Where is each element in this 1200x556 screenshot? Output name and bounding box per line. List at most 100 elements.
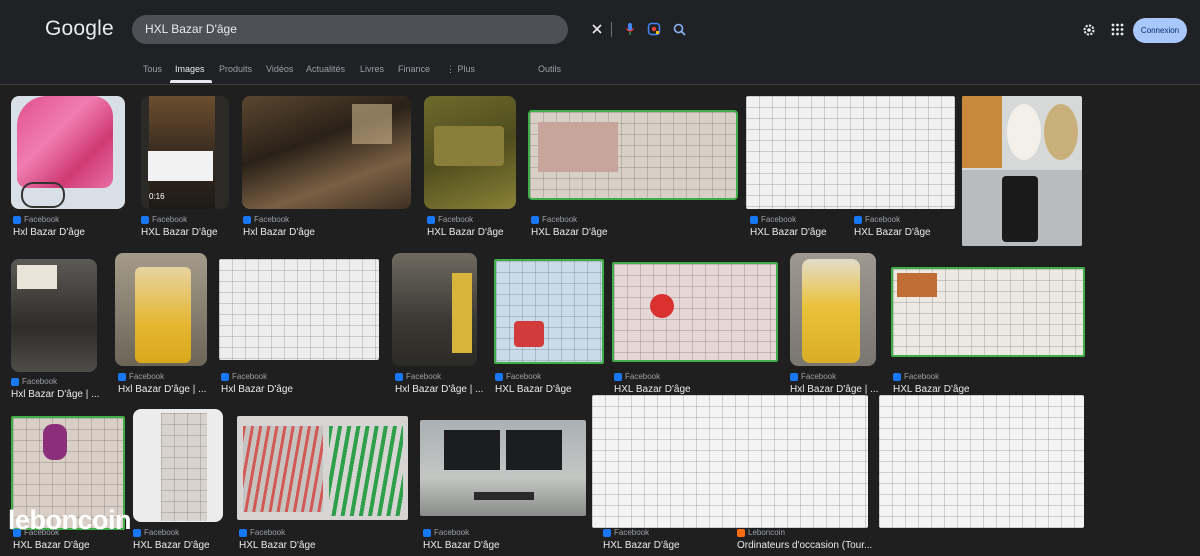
image-content <box>452 273 472 353</box>
result-image-13[interactable] <box>612 262 778 362</box>
result-image-20[interactable] <box>592 395 868 528</box>
source-label: Facebook <box>865 215 901 224</box>
search-input[interactable]: HXL Bazar D'âge <box>145 22 237 36</box>
tab-images[interactable]: Images <box>175 64 205 74</box>
tab-news[interactable]: Actualités <box>306 64 345 74</box>
result-title[interactable]: HXL Bazar D'âge <box>603 540 680 551</box>
result-title[interactable]: Hxl Bazar D'âge <box>243 227 315 238</box>
facebook-icon <box>423 528 431 537</box>
settings-icon[interactable] <box>1082 23 1096 42</box>
facebook-icon <box>243 215 251 224</box>
result-image-4[interactable] <box>424 96 516 209</box>
tab-books[interactable]: Livres <box>360 64 384 74</box>
result-title[interactable]: Hxl Bazar D'âge | ... <box>118 384 206 395</box>
result-title[interactable]: Hxl Bazar D'âge | ... <box>11 389 99 400</box>
leboncoin-icon <box>737 528 745 537</box>
result-image-9[interactable] <box>115 253 207 366</box>
tab-tools[interactable]: Outils <box>538 64 561 74</box>
result-title[interactable]: HXL Bazar D'âge <box>133 540 210 551</box>
leboncoin-watermark: leboncoin <box>8 505 132 535</box>
result-source: Facebook <box>133 528 179 537</box>
search-icon[interactable] <box>670 20 688 38</box>
result-image-11[interactable] <box>392 253 477 366</box>
image-content <box>650 294 674 318</box>
source-label: Facebook <box>761 215 797 224</box>
source-label: Facebook <box>232 372 268 381</box>
image-content <box>17 96 113 188</box>
result-title[interactable]: HXL Bazar D'âge <box>854 227 931 238</box>
result-image-19[interactable] <box>420 420 586 516</box>
signin-button[interactable]: Connexion <box>1133 18 1187 43</box>
result-title[interactable]: HXL Bazar D'âge <box>423 540 500 551</box>
result-image-1[interactable] <box>11 96 125 209</box>
result-source: Facebook <box>854 215 900 224</box>
image-content <box>802 259 860 363</box>
tab-finance[interactable]: Finance <box>398 64 430 74</box>
result-image-15[interactable] <box>891 267 1085 357</box>
result-image-2[interactable]: 0:16 <box>141 96 229 209</box>
image-content <box>1044 104 1078 160</box>
result-image-6[interactable] <box>746 96 955 209</box>
result-title[interactable]: Hxl Bazar D'âge <box>221 384 293 395</box>
result-title[interactable]: Hxl Bazar D'âge <box>13 227 85 238</box>
facebook-icon <box>854 215 862 224</box>
result-title[interactable]: HXL Bazar D'âge <box>141 227 218 238</box>
result-title[interactable]: HXL Bazar D'âge <box>750 227 827 238</box>
microphone-icon[interactable] <box>621 20 639 38</box>
facebook-icon <box>13 215 21 224</box>
search-bar[interactable]: HXL Bazar D'âge <box>132 15 686 44</box>
facebook-icon <box>221 372 229 381</box>
result-source: Facebook <box>893 372 939 381</box>
source-label: Facebook <box>801 372 837 381</box>
result-source: Facebook <box>118 372 164 381</box>
result-image-3[interactable] <box>242 96 411 209</box>
result-image-21[interactable] <box>879 395 1084 528</box>
result-image-17[interactable] <box>133 409 223 522</box>
source-label: Facebook <box>904 372 940 381</box>
result-image-8[interactable] <box>11 259 97 372</box>
result-title[interactable]: HXL Bazar D'âge <box>531 227 608 238</box>
facebook-icon <box>141 215 149 224</box>
source-label: Facebook <box>254 215 290 224</box>
result-title[interactable]: HXL Bazar D'âge <box>893 384 970 395</box>
result-title[interactable]: Hxl Bazar D'âge | ... <box>395 384 483 395</box>
image-content <box>43 424 67 460</box>
image-content <box>352 104 392 144</box>
apps-grid-icon[interactable] <box>1111 23 1124 41</box>
image-content <box>506 430 562 470</box>
result-title[interactable]: Ordinateurs d'occasion (Tour... <box>737 540 872 551</box>
facebook-icon <box>893 372 901 381</box>
facebook-icon <box>531 215 539 224</box>
lens-icon[interactable] <box>645 20 663 38</box>
source-label: Facebook <box>625 372 661 381</box>
result-image-5[interactable] <box>528 110 738 200</box>
result-image-7[interactable] <box>962 96 1082 246</box>
result-image-14[interactable] <box>790 253 876 366</box>
tab-videos[interactable]: Vidéos <box>266 64 293 74</box>
result-source: Facebook <box>221 372 267 381</box>
result-source: Facebook <box>495 372 541 381</box>
source-label: Facebook <box>22 377 58 386</box>
result-title[interactable]: Hxl Bazar D'âge | ... <box>790 384 878 395</box>
result-source: Facebook <box>243 215 289 224</box>
tab-products[interactable]: Produits <box>219 64 252 74</box>
clear-search-icon[interactable] <box>588 20 606 38</box>
facebook-icon <box>495 372 503 381</box>
active-tab-indicator <box>170 80 212 83</box>
result-image-12[interactable] <box>494 259 604 364</box>
video-duration: 0:16 <box>149 192 165 201</box>
image-content <box>161 413 207 521</box>
source-label: Facebook <box>506 372 542 381</box>
result-image-10[interactable] <box>219 259 379 360</box>
tab-all[interactable]: Tous <box>143 64 162 74</box>
result-title[interactable]: HXL Bazar D'âge <box>495 384 572 395</box>
google-logo[interactable]: Google <box>45 17 114 41</box>
result-title[interactable]: HXL Bazar D'âge <box>427 227 504 238</box>
result-title[interactable]: HXL Bazar D'âge <box>239 540 316 551</box>
image-content <box>434 126 504 166</box>
result-title[interactable]: HXL Bazar D'âge <box>13 540 90 551</box>
result-image-18[interactable] <box>237 416 408 520</box>
tab-more[interactable]: ⋮ Plus <box>446 64 475 75</box>
image-content <box>514 321 544 347</box>
result-title[interactable]: HXL Bazar D'âge <box>614 384 691 395</box>
